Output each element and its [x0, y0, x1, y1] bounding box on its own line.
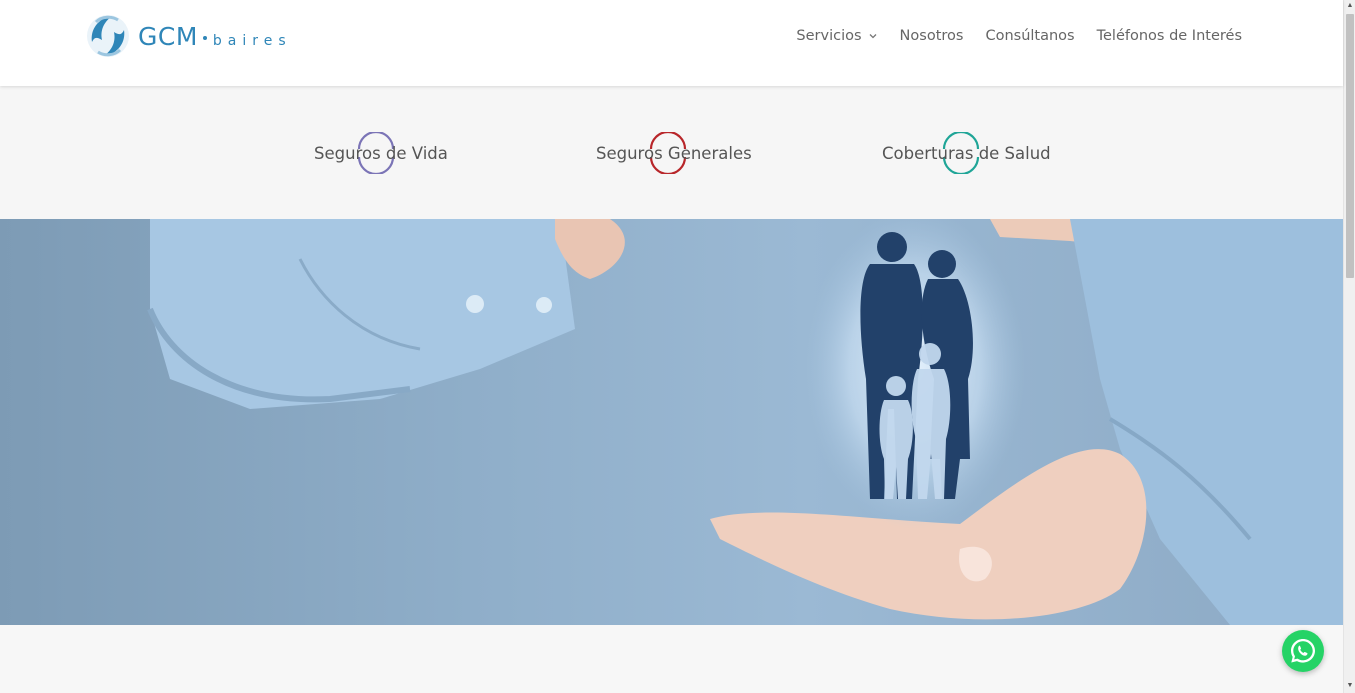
nav-item-label: Teléfonos de Interés [1096, 28, 1242, 44]
hero-banner [0, 219, 1343, 625]
logo[interactable]: GCM baires [84, 12, 292, 60]
chevron-down-icon [869, 34, 877, 39]
service-label: Seguros Generales [596, 143, 752, 163]
service-coberturas-salud[interactable]: Coberturas de Salud [882, 130, 1051, 176]
scroll-thumb[interactable] [1346, 14, 1354, 278]
nav-item-label: Nosotros [899, 28, 964, 44]
logo-name: GCM [138, 21, 198, 51]
service-seguros-generales[interactable]: Seguros Generales [596, 130, 752, 176]
main-nav: Servicios Nosotros Consúltanos Teléfonos… [774, 28, 1242, 44]
service-seguros-vida[interactable]: Seguros de Vida [314, 130, 448, 176]
logo-suffix: baires [212, 32, 292, 49]
nav-item-telefonos[interactable]: Teléfonos de Interés [1097, 28, 1242, 44]
page-scrollbar[interactable]: ▲ ▼ [1343, 0, 1355, 693]
hero-image [147, 219, 1343, 625]
whatsapp-button[interactable] [1282, 630, 1324, 672]
service-label: Coberturas de Salud [882, 143, 1051, 163]
bottom-section [0, 625, 1343, 693]
site-header: GCM baires Servicios Nosotros Consúltano… [0, 0, 1343, 86]
nav-item-label: Servicios [796, 28, 862, 44]
whatsapp-icon [1291, 639, 1315, 663]
nav-item-nosotros[interactable]: Nosotros [900, 28, 964, 44]
nav-item-consultanos[interactable]: Consúltanos [985, 28, 1074, 44]
nav-item-label: Consúltanos [985, 28, 1075, 44]
logo-mark-icon [87, 15, 129, 57]
scroll-up-icon[interactable]: ▲ [1346, 1, 1354, 11]
nav-item-servicios[interactable]: Servicios [796, 28, 877, 44]
logo-dot [202, 36, 207, 40]
scroll-down-icon[interactable]: ▼ [1346, 681, 1354, 691]
services-band: Seguros de Vida Seguros Generales Cobert… [0, 86, 1343, 219]
service-label: Seguros de Vida [314, 143, 448, 163]
